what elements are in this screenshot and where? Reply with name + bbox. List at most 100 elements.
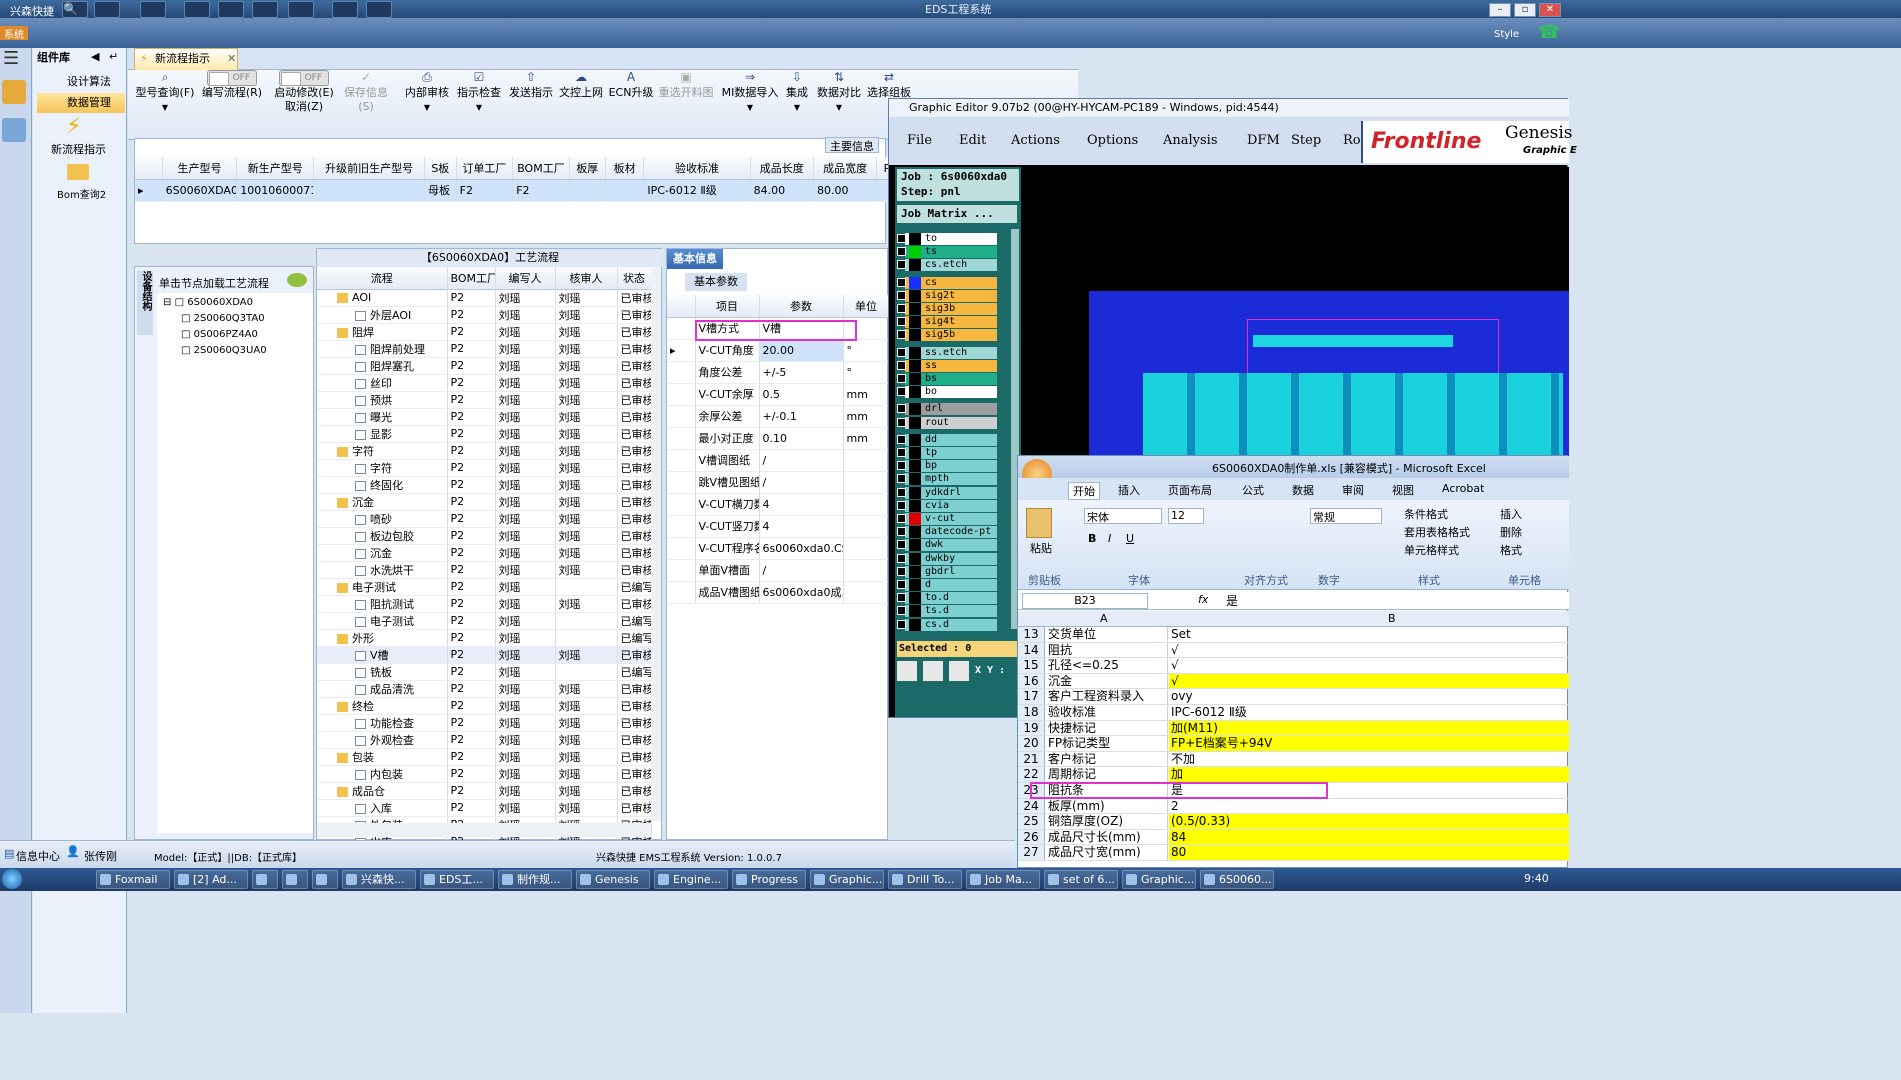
layer-checkbox[interactable]	[897, 580, 906, 589]
taskbar-item[interactable]: Job Ma...	[966, 870, 1040, 889]
layer-checkbox[interactable]	[897, 304, 906, 313]
column-header[interactable]: 参数	[759, 295, 844, 318]
instruction-check-button[interactable]: ☑ 指示检查 ▼	[456, 70, 502, 130]
row-number[interactable]: 20	[1018, 736, 1045, 751]
layer-checkbox[interactable]	[897, 260, 906, 270]
layer-checkbox[interactable]	[897, 593, 906, 603]
row-number[interactable]: 16	[1018, 673, 1045, 689]
table-icon[interactable]	[288, 1, 314, 18]
module-tile-icon[interactable]	[2, 118, 26, 142]
param-row[interactable]: V-CUT竖刀数 4	[667, 515, 890, 538]
taskbar-item[interactable]	[282, 870, 308, 889]
layer-checkbox[interactable]	[897, 461, 906, 471]
cell-a[interactable]: 周期标记	[1046, 767, 1168, 782]
pin-icon[interactable]: ↵	[109, 50, 118, 63]
underline-icon[interactable]: U	[1126, 532, 1134, 545]
layer-row[interactable]: mpth	[897, 473, 997, 486]
column-b-header[interactable]: B	[1388, 612, 1396, 625]
table-row[interactable]: 包装 P2 刘瑶 刘瑶 已审核	[317, 748, 652, 766]
cell-b[interactable]: 加(M11)	[1169, 720, 1569, 736]
taskbar-item[interactable]: Engine...	[654, 870, 728, 889]
column-header[interactable]: 升级前旧生产型号	[313, 157, 425, 180]
bom-query-item[interactable]: Bom查询2	[57, 186, 106, 201]
layer-row[interactable]: sig5b	[897, 329, 997, 342]
flow-name-cell[interactable]: 外层AOI	[317, 306, 448, 324]
film-icon[interactable]	[218, 1, 244, 18]
send-instruction-button[interactable]: ⇧ 发送指示	[508, 70, 554, 130]
layer-checkbox[interactable]	[897, 290, 906, 300]
taskbar-item[interactable]: 兴森快...	[342, 870, 416, 889]
horizontal-scrollbar[interactable]	[317, 823, 651, 837]
new-flow-item[interactable]: 新流程指示	[51, 141, 106, 157]
flow-name-cell[interactable]: 曝光	[317, 408, 448, 426]
row-indicator[interactable]	[667, 515, 696, 538]
flow-name-cell[interactable]: 字符	[317, 442, 448, 460]
layer-row[interactable]: ss.etch	[897, 346, 997, 359]
taskbar-item[interactable]: set of 6...	[1044, 870, 1118, 889]
column-header[interactable]: BOM工厂	[512, 157, 570, 180]
table-row[interactable]: 入库 P2 刘瑶 刘瑶 已审核	[317, 799, 652, 817]
tree-root[interactable]: ⊟ □ 6S0060XDA0	[163, 297, 253, 308]
fx-icon[interactable]: fx	[1198, 593, 1208, 606]
table-row[interactable]: 终检 P2 刘瑶 刘瑶 已审核	[317, 697, 652, 715]
cell-b[interactable]: √	[1169, 643, 1569, 658]
minimize-button[interactable]: –	[1489, 3, 1511, 17]
style-menu[interactable]: Style	[1494, 29, 1519, 40]
paste-icon[interactable]	[1026, 508, 1052, 538]
flow-name-cell[interactable]: 显影	[317, 425, 448, 443]
basic-params-tab[interactable]: 基本参数	[685, 273, 747, 291]
column-header[interactable]: 状态	[617, 267, 652, 290]
table-row[interactable]: 外观检查 P2 刘瑶 刘瑶 已审核	[317, 731, 652, 749]
layer-checkbox[interactable]	[897, 417, 906, 427]
cell-b[interactable]: 84	[1169, 829, 1569, 845]
table-row[interactable]: 终固化 P2 刘瑶 刘瑶 已审核	[317, 476, 652, 494]
tab-new-flow[interactable]: ⚡ 新流程指示 ✕	[134, 48, 238, 70]
param-row[interactable]: 成品V槽图纸6s0060xda0成...	[667, 581, 890, 604]
row-indicator[interactable]	[667, 317, 696, 340]
column-header[interactable]: 验收标准	[643, 157, 751, 180]
layer-checkbox[interactable]	[897, 434, 906, 444]
taskbar-item[interactable]: Graphic...	[1122, 870, 1196, 889]
system-tab[interactable]: 系统	[0, 26, 28, 40]
data-compare-button[interactable]: ⇅ 数据对比 ▼	[816, 70, 862, 130]
taskbar-item[interactable]: EDS工...	[420, 870, 494, 889]
cell-b[interactable]: (0.5/0.33)	[1169, 814, 1569, 829]
cell-a[interactable]: 板厚(mm)	[1046, 798, 1168, 814]
italic-icon[interactable]: I	[1108, 532, 1111, 545]
start-button[interactable]	[2, 869, 22, 889]
taskbar-item[interactable]: Drill To...	[888, 870, 962, 889]
row-number[interactable]: 15	[1018, 658, 1045, 673]
hamburger-icon[interactable]: ☰	[3, 48, 25, 69]
cell-b[interactable]: √	[1169, 673, 1569, 689]
cell-b[interactable]: FP+E档案号+94V	[1169, 736, 1569, 751]
param-value[interactable]: +/-0.1	[759, 405, 844, 428]
comp-item-data-management[interactable]: 数据管理	[37, 93, 125, 113]
layer-checkbox[interactable]	[897, 566, 906, 576]
table-row[interactable]: 丝印 P2 刘瑶 刘瑶 已审核	[317, 374, 652, 392]
table-cell[interactable]	[605, 179, 645, 202]
folder-icon[interactable]	[67, 164, 89, 180]
param-value[interactable]: +/-5	[759, 361, 844, 384]
table-row[interactable]: 板边包胶 P2 刘瑶 刘瑶 已审核	[317, 527, 652, 545]
cell-a[interactable]: 成品尺寸长(mm)	[1046, 829, 1168, 845]
cell-a[interactable]: 验收标准	[1046, 705, 1168, 720]
save-info-button[interactable]: ✓ 保存信息(S)	[338, 70, 394, 130]
param-row[interactable]: ▸ V-CUT角度 20.00 °	[667, 339, 890, 362]
row-indicator[interactable]: ▸	[667, 339, 696, 362]
param-value[interactable]: 0.10	[759, 427, 844, 450]
cell-a[interactable]: 客户工程资料录入	[1046, 689, 1168, 704]
ge-menu-file[interactable]: File	[907, 133, 932, 148]
column-header[interactable]: 新生产型号	[236, 157, 315, 180]
tree-node[interactable]: □ 2S0060Q3TA0	[181, 313, 265, 324]
column-header[interactable]: 订单工厂	[456, 157, 514, 180]
row-indicator[interactable]	[667, 537, 696, 560]
bold-icon[interactable]: B	[1088, 532, 1096, 545]
row-number[interactable]: 17	[1018, 689, 1045, 704]
layer-row[interactable]: rout	[897, 416, 997, 429]
layer-checkbox[interactable]	[897, 374, 906, 383]
flow-name-cell[interactable]: AOI	[317, 289, 448, 307]
row-indicator[interactable]	[667, 449, 696, 472]
lightning-icon[interactable]: ⚡	[66, 114, 81, 139]
flow-name-cell[interactable]: V槽	[317, 646, 448, 664]
table-row[interactable]: 外层AOI P2 刘瑶 刘瑶 已审核	[317, 306, 652, 324]
